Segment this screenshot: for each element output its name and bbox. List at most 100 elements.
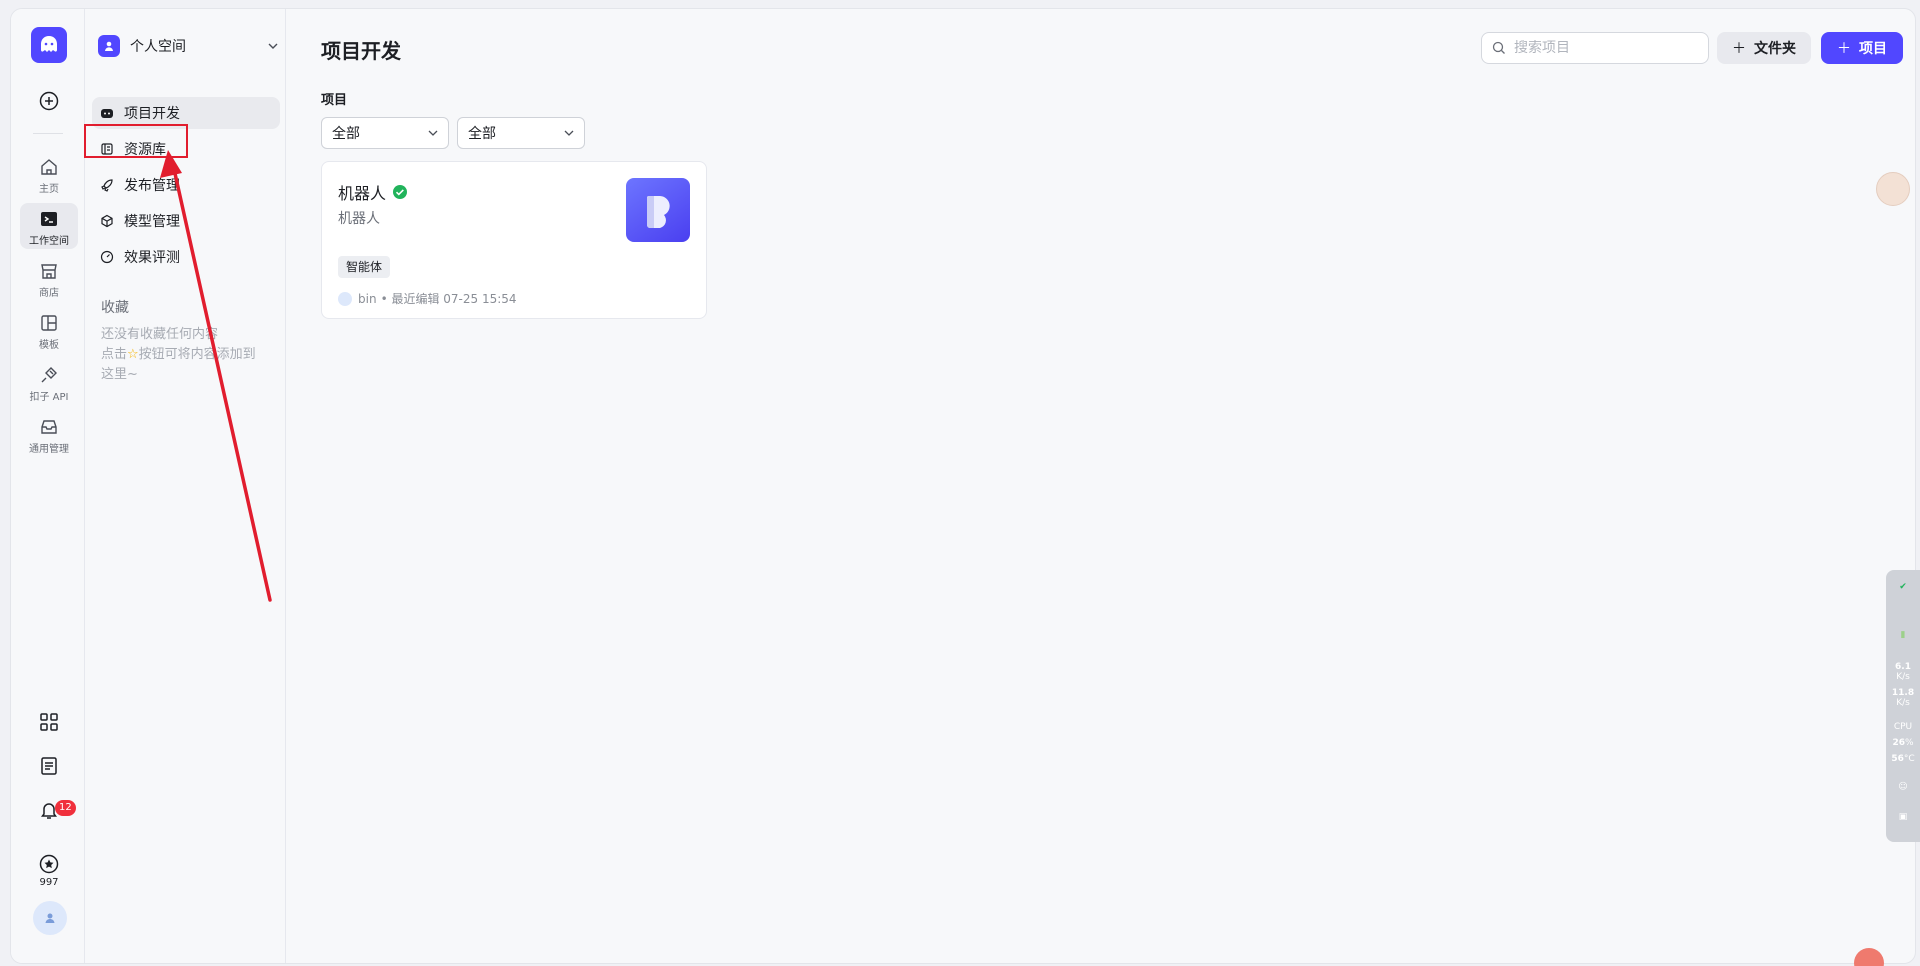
gauge-icon bbox=[100, 250, 114, 264]
nav-item-models[interactable]: 模型管理 bbox=[92, 205, 280, 237]
rail-item-store[interactable]: 商店 bbox=[20, 255, 78, 301]
card-thumbnail bbox=[626, 178, 690, 242]
score-value: 997 bbox=[39, 877, 59, 888]
rail-item-home[interactable]: 主页 bbox=[20, 151, 78, 197]
space-selector[interactable]: 个人空间 bbox=[98, 31, 278, 61]
filter-select-owner[interactable]: 全部 bbox=[457, 117, 585, 149]
folder-button-label: 文件夹 bbox=[1754, 41, 1796, 57]
space-avatar bbox=[98, 35, 120, 57]
user-icon bbox=[105, 41, 113, 51]
card-meta: bin • 最近编辑 07-25 15:54 bbox=[338, 290, 517, 307]
rail-label: 模板 bbox=[39, 340, 59, 351]
cpu-unit: % bbox=[1904, 738, 1914, 748]
favorites-line-2: 点击☆按钮可将内容添加到 bbox=[101, 345, 281, 365]
create-plus-icon[interactable] bbox=[39, 91, 59, 111]
star-icon: ☆ bbox=[127, 347, 139, 362]
rail-item-admin[interactable]: 通用管理 bbox=[20, 411, 78, 457]
chart-icon: ▣ bbox=[1898, 812, 1908, 822]
plus-icon: ＋ bbox=[1732, 41, 1746, 57]
user-avatar[interactable] bbox=[33, 901, 67, 935]
rail-label: 商店 bbox=[39, 288, 59, 299]
project-button-label: 项目 bbox=[1859, 41, 1887, 57]
app-logo[interactable] bbox=[31, 27, 67, 63]
logo-icon bbox=[41, 36, 57, 52]
rail-item-templates[interactable]: 模板 bbox=[20, 307, 78, 353]
card-tag: 智能体 bbox=[338, 256, 391, 278]
cpu-number: 26 bbox=[1892, 738, 1905, 748]
main-content: 项目开发 ＋ 文件夹 ＋ 项目 项目 全部 全部 机器人 机器人 bbox=[287, 9, 1915, 963]
favorites-line-3: 这里~ bbox=[101, 367, 138, 382]
favorites-title: 收藏 bbox=[101, 300, 129, 316]
battery-icon: ▮ bbox=[1900, 630, 1906, 640]
notification-badge: 12 bbox=[55, 800, 76, 816]
filter-value: 全部 bbox=[332, 126, 360, 142]
nav-label: 项目开发 bbox=[124, 106, 180, 122]
add-project-button[interactable]: ＋ 项目 bbox=[1821, 32, 1903, 64]
chevron-down-icon bbox=[428, 130, 438, 136]
bot-logo-icon bbox=[646, 196, 670, 228]
upload-unit: K/s bbox=[1896, 672, 1910, 682]
system-monitor-widget: ✔ ▮ 6.1 K/s 11.8 K/s CPU 26% 56°C ☺ ▣ bbox=[1886, 570, 1920, 842]
search-input[interactable] bbox=[1514, 40, 1694, 56]
favorites-line-2a: 点击 bbox=[101, 347, 128, 362]
temp-number: 56 bbox=[1891, 754, 1904, 764]
download-speed: 11.8 bbox=[1891, 688, 1915, 698]
chevron-down-icon bbox=[268, 43, 278, 49]
document-icon[interactable] bbox=[38, 755, 60, 777]
left-rail: 主页 工作空间 商店 模板 扣子 API 通用管理 12 997 bbox=[11, 9, 85, 963]
section-label: 项目 bbox=[321, 93, 348, 108]
nav-item-publish[interactable]: 发布管理 bbox=[92, 169, 280, 201]
nav-item-evaluation[interactable]: 效果评测 bbox=[92, 241, 280, 273]
cpu-label: CPU bbox=[1893, 722, 1913, 732]
apps-grid-icon[interactable] bbox=[38, 711, 60, 733]
inbox-icon bbox=[41, 420, 57, 434]
nav-label: 效果评测 bbox=[124, 250, 180, 266]
filter-select-type[interactable]: 全部 bbox=[321, 117, 449, 149]
favorites-line-1: 还没有收藏任何内容 bbox=[101, 327, 219, 342]
rail-item-workspace[interactable]: 工作空间 bbox=[20, 203, 78, 249]
space-name: 个人空间 bbox=[130, 39, 186, 55]
rail-label: 主页 bbox=[39, 184, 59, 195]
shield-icon: ✔ bbox=[1899, 582, 1907, 592]
user-icon bbox=[45, 913, 55, 923]
page-title: 项目开发 bbox=[321, 39, 401, 63]
plug-icon bbox=[41, 367, 57, 383]
store-icon bbox=[41, 264, 57, 279]
search-box[interactable] bbox=[1481, 32, 1709, 64]
cube-icon bbox=[101, 214, 113, 228]
search-icon bbox=[1492, 41, 1505, 54]
download-unit: K/s bbox=[1896, 698, 1910, 708]
app-frame: 主页 工作空间 商店 模板 扣子 API 通用管理 12 997 个人空间 项目… bbox=[10, 8, 1916, 964]
cpu-value: 26% bbox=[1886, 738, 1920, 748]
project-card[interactable]: 机器人 机器人 智能体 bin • 最近编辑 07-25 15:54 bbox=[321, 161, 707, 319]
bot-icon bbox=[101, 109, 113, 118]
chevron-down-icon bbox=[564, 130, 574, 136]
home-icon bbox=[41, 159, 57, 175]
face-icon: ☺ bbox=[1898, 782, 1908, 792]
terminal-icon bbox=[41, 212, 57, 226]
filter-value: 全部 bbox=[468, 126, 496, 142]
card-description: 机器人 bbox=[338, 211, 380, 227]
star-badge-icon[interactable] bbox=[38, 853, 60, 875]
temp-value: 56°C bbox=[1886, 754, 1920, 764]
verified-check-icon bbox=[393, 185, 408, 199]
nav-label: 模型管理 bbox=[124, 214, 180, 230]
nav-label: 发布管理 bbox=[124, 178, 180, 194]
card-name: 机器人 bbox=[338, 184, 387, 203]
rail-label: 扣子 API bbox=[29, 392, 69, 403]
rail-label: 工作空间 bbox=[29, 236, 69, 247]
owner-avatar bbox=[338, 291, 352, 306]
assistant-avatar[interactable] bbox=[1876, 172, 1910, 206]
rail-item-api[interactable]: 扣子 API bbox=[20, 359, 78, 405]
rail-label: 通用管理 bbox=[29, 444, 69, 455]
card-owner: bin bbox=[358, 291, 377, 306]
temp-unit: °C bbox=[1903, 754, 1915, 764]
favorites-empty-text: 还没有收藏任何内容 点击☆按钮可将内容添加到 这里~ bbox=[101, 325, 281, 385]
rail-divider bbox=[33, 133, 63, 134]
layout-icon bbox=[41, 315, 57, 331]
add-folder-button[interactable]: ＋ 文件夹 bbox=[1717, 32, 1811, 64]
highlight-box bbox=[84, 124, 188, 158]
favorites-line-2b: 按钮可将内容添加到 bbox=[138, 347, 256, 362]
rocket-icon bbox=[101, 179, 113, 192]
card-title-row: 机器人 bbox=[338, 180, 408, 204]
